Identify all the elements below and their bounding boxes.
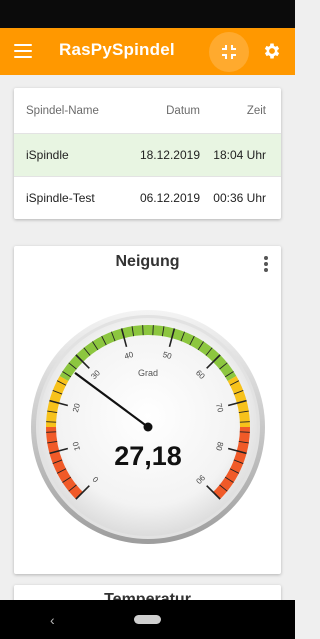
cell-date: 06.12.2019 bbox=[139, 191, 200, 205]
table-row[interactable]: iSpindle-Test 06.12.2019 00:36 Uhr bbox=[14, 176, 281, 219]
cell-time: 18:04 Uhr bbox=[213, 148, 266, 162]
gauge-minor-tick bbox=[46, 421, 57, 423]
tilt-gauge: 010203040 5060708090 Grad 27,18 bbox=[31, 310, 265, 544]
cell-time: 00:36 Uhr bbox=[213, 191, 266, 205]
gauge-unit-label: Grad bbox=[138, 368, 158, 378]
cell-name: iSpindle bbox=[26, 148, 69, 162]
settings-button[interactable] bbox=[258, 37, 286, 65]
gauge-value: 27,18 bbox=[114, 441, 182, 471]
table-row[interactable]: iSpindle 18.12.2019 18:04 Uhr bbox=[14, 133, 281, 176]
gauge-minor-tick bbox=[46, 431, 57, 433]
cell-date: 18.12.2019 bbox=[139, 148, 200, 162]
gauge-minor-tick bbox=[239, 431, 250, 433]
tilt-gauge-card: Neigung 0 10 20 30 40 50 60 70 80 90 Grad 27,18 bbox=[14, 246, 281, 574]
needle-hub bbox=[143, 422, 153, 432]
gauge-minor-tick bbox=[142, 325, 144, 336]
spindle-table: Spindel-Name Datum Zeit iSpindle 18.12.2… bbox=[14, 88, 281, 219]
header-name[interactable]: Spindel-Name bbox=[26, 105, 99, 117]
navigation-bar: ‹ bbox=[0, 600, 295, 639]
card-title: Neigung bbox=[115, 253, 180, 270]
back-icon[interactable]: ‹ bbox=[50, 612, 55, 628]
gear-icon bbox=[264, 43, 280, 59]
gauge-minor-tick bbox=[239, 421, 250, 423]
collapse-button[interactable] bbox=[209, 32, 249, 72]
status-bar bbox=[0, 0, 295, 28]
header-time[interactable]: Zeit bbox=[247, 105, 266, 117]
app-bar: RasPySpindel bbox=[0, 28, 295, 75]
table-header: Spindel-Name Datum Zeit bbox=[14, 88, 281, 133]
gauge-minor-tick bbox=[152, 325, 154, 336]
header-date[interactable]: Datum bbox=[166, 105, 200, 117]
app-title: RasPySpindel bbox=[59, 40, 175, 59]
cell-name: iSpindle-Test bbox=[26, 191, 95, 205]
home-pill[interactable] bbox=[134, 615, 161, 624]
more-vert-icon[interactable] bbox=[262, 256, 270, 274]
menu-icon[interactable] bbox=[14, 44, 32, 58]
fullscreen-exit-icon bbox=[222, 45, 236, 59]
